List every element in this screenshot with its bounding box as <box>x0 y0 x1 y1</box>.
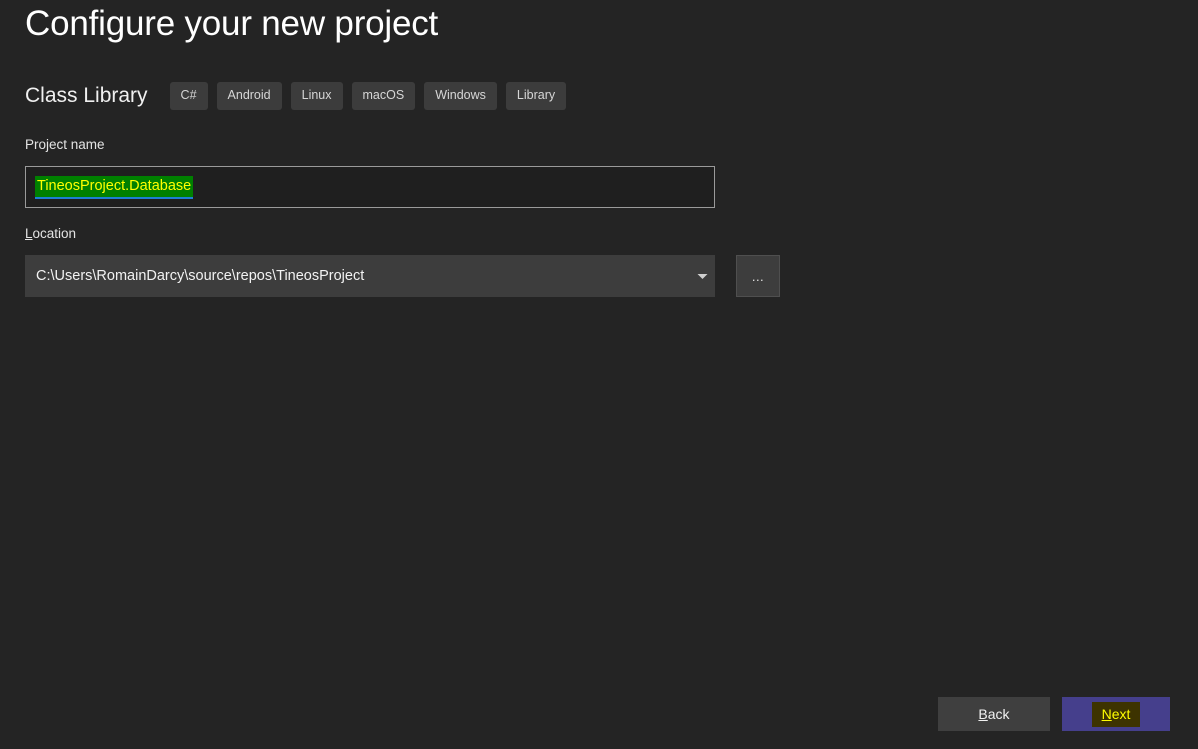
tag-chip-windows: Windows <box>424 82 497 110</box>
tag-chip-linux: Linux <box>290 82 343 110</box>
location-label-text: ocation <box>32 226 77 241</box>
location-combobox[interactable]: C:\Users\RomainDarcy\source\repos\Tineos… <box>25 255 715 297</box>
back-button-accesskey: B <box>978 706 988 722</box>
browse-location-button[interactable]: ... <box>736 255 780 297</box>
tag-chip-language: C# <box>169 82 208 110</box>
tag-chip-library: Library <box>505 82 567 110</box>
next-button[interactable]: Next <box>1062 697 1170 731</box>
template-summary-row: Class Library C# Android Linux macOS Win… <box>25 80 575 112</box>
location-label: Location <box>25 225 76 243</box>
chevron-down-icon[interactable] <box>689 255 715 297</box>
location-value: C:\Users\RomainDarcy\source\repos\Tineos… <box>36 268 365 284</box>
next-button-label: Next <box>1091 701 1141 727</box>
next-button-text: ext <box>1111 705 1131 722</box>
template-name: Class Library <box>25 84 148 107</box>
tag-chip-android: Android <box>216 82 282 110</box>
project-name-value: TineosProject.Database <box>35 175 194 199</box>
location-label-accesskey: L <box>25 226 33 241</box>
ellipsis-icon: ... <box>751 269 765 284</box>
back-button-text: ack <box>987 706 1010 722</box>
tag-chip-macos: macOS <box>351 82 416 110</box>
back-button-label: Back <box>978 705 1009 723</box>
page-title: Configure your new project <box>25 4 439 43</box>
back-button[interactable]: Back <box>938 697 1050 731</box>
next-button-accesskey: N <box>1101 705 1112 722</box>
project-name-input[interactable]: TineosProject.Database <box>25 166 715 208</box>
project-name-label: Project name <box>25 137 105 152</box>
